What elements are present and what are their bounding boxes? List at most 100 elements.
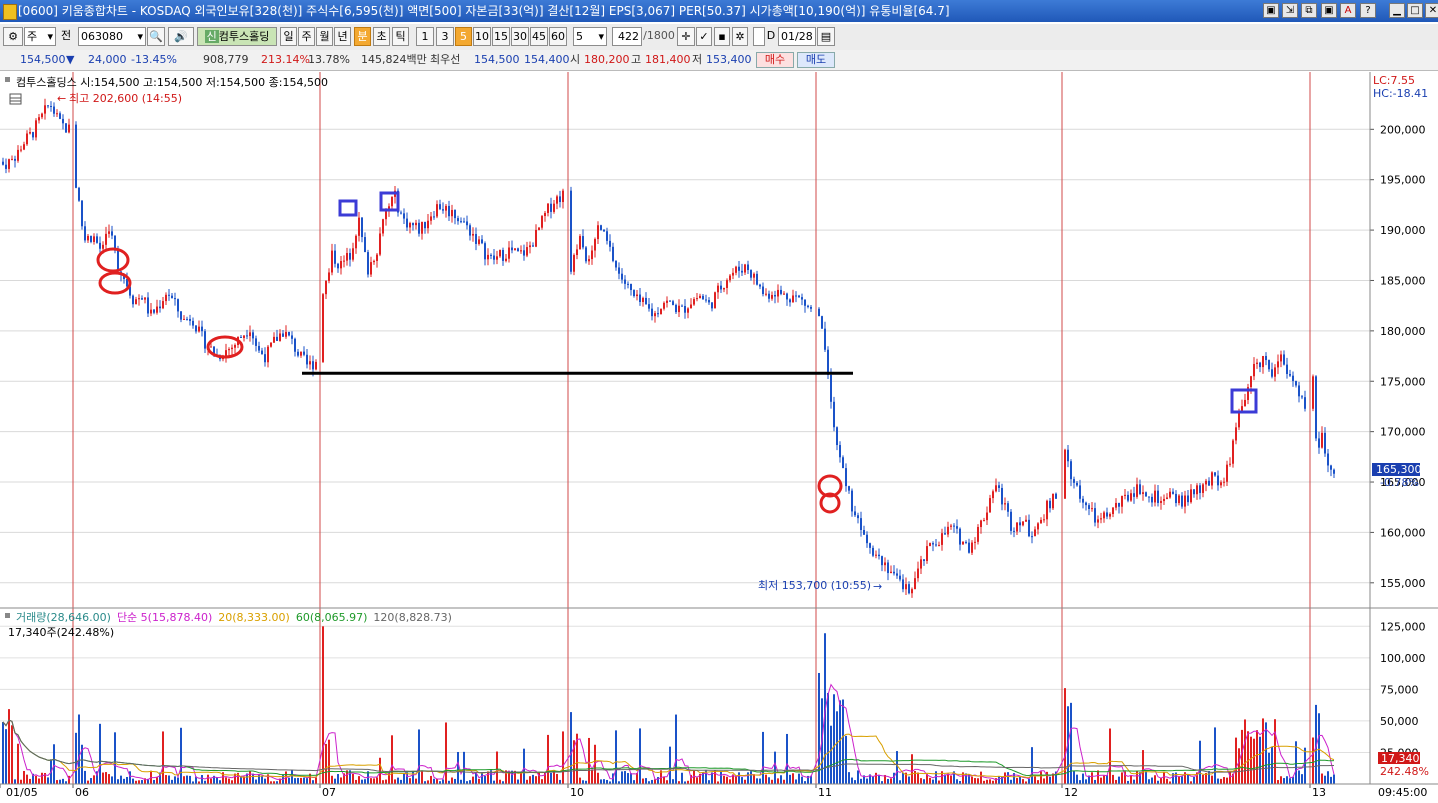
candle-body <box>824 328 826 350</box>
save-icon[interactable]: ▪ <box>714 27 730 46</box>
minimize-icon[interactable]: ▁ <box>1389 3 1405 18</box>
volume-bar <box>84 770 86 784</box>
volume-bar <box>23 770 25 784</box>
volume-bar <box>798 773 800 784</box>
minute-45-button[interactable]: 45 <box>530 27 548 46</box>
volume-bar <box>890 778 892 784</box>
candle-body <box>234 344 236 348</box>
candle-body <box>59 113 61 119</box>
candle-body <box>1166 497 1168 499</box>
volume-bar <box>672 779 674 784</box>
checkmark-icon[interactable]: ✓ <box>696 27 712 46</box>
volume-bar <box>370 778 372 784</box>
count-field[interactable]: 422 <box>612 27 642 46</box>
period-day-button[interactable]: 일 <box>280 27 297 46</box>
volume-bar <box>836 711 838 784</box>
volume-bar <box>768 777 770 784</box>
minute-3-button[interactable]: 3 <box>436 27 454 46</box>
volume-bar <box>777 778 779 784</box>
volume-bar <box>261 775 263 784</box>
help-icon[interactable]: ? <box>1360 3 1376 18</box>
table-toggle-icon[interactable] <box>9 93 22 105</box>
stock-chart-canvas[interactable]: 200,000 195,000 190,000 185,000 180,000 175,0… <box>0 72 1438 800</box>
maximize-icon[interactable]: □ <box>1407 3 1423 18</box>
candle-body <box>786 293 788 300</box>
volume-bar <box>171 779 173 784</box>
volume-bar <box>1154 775 1156 784</box>
candle-body <box>1277 361 1279 368</box>
candle-body <box>1259 362 1261 368</box>
interval-select[interactable]: 5 ▾ <box>573 27 607 46</box>
candle-body <box>1271 369 1273 377</box>
crosshair-icon[interactable]: ✛ <box>677 27 695 46</box>
candle-body <box>836 427 838 446</box>
calendar-icon[interactable]: ▤ <box>817 27 835 46</box>
minute-5-button[interactable]: 5 <box>455 27 472 46</box>
candle-body <box>23 144 25 150</box>
minute-60-button[interactable]: 60 <box>549 27 567 46</box>
stock-name-button[interactable]: 신 컴투스홀딩 <box>197 27 277 46</box>
volume-bar <box>645 778 647 784</box>
candle-body <box>1043 519 1045 521</box>
volume-bar <box>1166 778 1168 784</box>
volume-bar <box>893 772 895 784</box>
candle-body <box>798 295 800 298</box>
buy-button[interactable]: 매수 <box>756 52 794 68</box>
minute-1-button[interactable]: 1 <box>416 27 434 46</box>
gear-icon[interactable]: ✲ <box>732 27 748 46</box>
candle-body <box>1327 453 1329 466</box>
period-tick-button[interactable]: 틱 <box>392 27 409 46</box>
copy-icon[interactable]: ⧉ <box>1301 3 1317 18</box>
user-drawn-annotations <box>96 191 1258 514</box>
search-icon[interactable]: 🔍 <box>147 27 165 46</box>
link-icon[interactable]: ⇲ <box>1282 3 1298 18</box>
period-week-button[interactable]: 주 <box>298 27 315 46</box>
date-field[interactable]: 01/28 <box>778 27 816 46</box>
minute-15-button[interactable]: 15 <box>492 27 510 46</box>
candle-body <box>600 225 602 230</box>
candle-body <box>666 300 668 303</box>
chart-settings-icon[interactable]: ⚙ <box>3 27 23 46</box>
candle-body <box>714 292 716 309</box>
volume-bar <box>1271 746 1273 784</box>
candle-body <box>732 272 734 276</box>
candle-body <box>364 237 366 253</box>
volume-bar <box>1199 740 1201 784</box>
print-icon[interactable]: ▣ <box>1321 3 1337 18</box>
candle-body <box>609 240 611 247</box>
close-icon[interactable]: ✕ <box>1425 3 1438 18</box>
period-second-button[interactable]: 초 <box>373 27 390 46</box>
chart-area[interactable]: 200,000 195,000 190,000 185,000 180,000 175,0… <box>0 72 1438 800</box>
candle-body <box>538 227 540 230</box>
volume-bar <box>1031 747 1033 784</box>
stock-code-field[interactable]: 063080 ▾ <box>78 27 146 46</box>
candle-body <box>1148 496 1150 498</box>
candle-body <box>1034 529 1036 537</box>
minute-10-button[interactable]: 10 <box>473 27 491 46</box>
low-marker-label: 최저 153,700 (10:55) <box>758 579 871 592</box>
candle-body <box>579 236 581 250</box>
speaker-icon[interactable]: 🔊 <box>168 27 194 46</box>
period-year-button[interactable]: 년 <box>334 27 351 46</box>
period-minute-button[interactable]: 분 <box>354 27 371 46</box>
volume-bar <box>53 744 55 784</box>
volume-bar <box>1247 731 1249 784</box>
candle-body <box>1298 385 1300 397</box>
volume-bar <box>493 780 495 784</box>
volume-bar <box>875 772 877 784</box>
minute-30-button[interactable]: 30 <box>511 27 529 46</box>
period-month-button[interactable]: 월 <box>316 27 333 46</box>
sell-button[interactable]: 매도 <box>797 52 835 68</box>
lock-icon[interactable]: ▣ <box>1263 3 1279 18</box>
volume-bar <box>917 772 919 784</box>
volume-bar <box>630 773 632 784</box>
market-select[interactable]: 주 ▾ <box>24 27 56 46</box>
font-icon[interactable]: A <box>1340 3 1356 18</box>
candle-body <box>1115 502 1117 508</box>
best-quote-label: 최우선 <box>430 53 461 66</box>
volume-bar <box>830 725 832 784</box>
volume-bar <box>391 735 393 784</box>
candle-body <box>603 229 605 232</box>
date-checkbox[interactable] <box>753 27 765 46</box>
candle-body <box>606 231 608 241</box>
